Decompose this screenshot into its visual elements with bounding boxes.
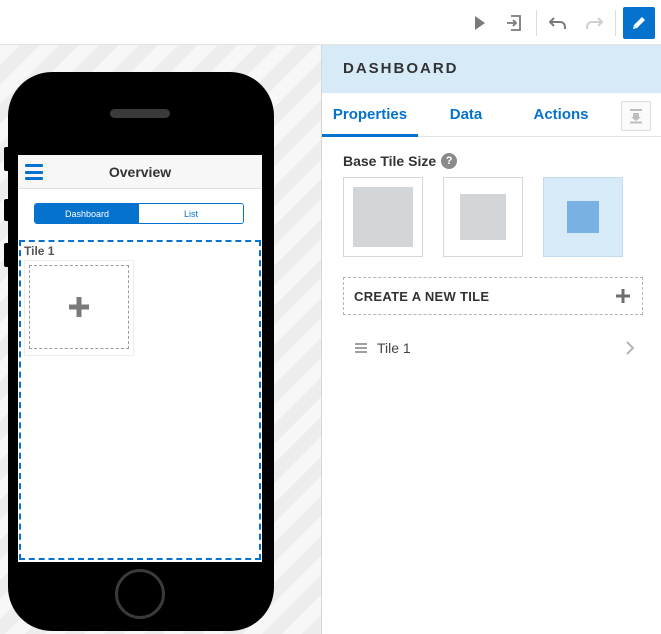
panel-header: DASHBOARD [322, 45, 661, 93]
hamburger-menu-icon[interactable] [25, 164, 43, 180]
phone-home-button [115, 569, 165, 619]
phone-frame: Overview Dashboard List Tile 1 [4, 72, 274, 631]
plus-icon [616, 289, 630, 303]
move-to-bottom-icon [630, 109, 642, 124]
tab-properties[interactable]: Properties [322, 93, 418, 137]
panel-tabs: Properties Data Actions [322, 93, 661, 137]
tab-actions[interactable]: Actions [522, 93, 600, 137]
tile-label: Tile 1 [24, 244, 55, 258]
panel-tool-button[interactable] [621, 101, 651, 131]
exit-preview-icon[interactable] [501, 10, 527, 36]
undo-icon[interactable] [545, 10, 571, 36]
tile-list-item-label: Tile 1 [377, 340, 411, 356]
panel-title: DASHBOARD [343, 60, 459, 77]
top-toolbar [0, 0, 661, 45]
tile-size-large-preview [353, 187, 413, 247]
drag-handle-icon[interactable] [355, 343, 367, 353]
segmented-control: Dashboard List [34, 203, 244, 224]
toolbar-separator [536, 10, 537, 36]
design-canvas: Overview Dashboard List Tile 1 [0, 45, 321, 634]
plus-icon [69, 297, 89, 317]
create-new-tile-button[interactable]: CREATE A NEW TILE [343, 277, 643, 315]
phone-side-button [4, 199, 10, 221]
tile-size-medium-preview [460, 194, 506, 240]
redo-icon[interactable] [581, 10, 607, 36]
tile-size-small[interactable] [543, 177, 623, 257]
base-tile-size-text: Base Tile Size [343, 153, 437, 169]
help-icon[interactable]: ? [441, 153, 458, 169]
properties-panel: DASHBOARD Properties Data Actions Base T… [321, 45, 661, 634]
edit-button[interactable] [623, 7, 655, 39]
tab-data[interactable]: Data [438, 93, 494, 137]
dashboard-drop-area[interactable]: Tile 1 [19, 240, 261, 560]
create-new-tile-label: CREATE A NEW TILE [354, 288, 490, 304]
toolbar-separator [615, 10, 616, 36]
pencil-icon [633, 17, 645, 29]
phone-screen: Overview Dashboard List Tile 1 [18, 155, 262, 562]
app-title: Overview [108, 164, 172, 180]
phone-side-button [4, 243, 10, 267]
tile-size-large[interactable] [343, 177, 423, 257]
chevron-right-icon [626, 341, 635, 355]
app-header: Overview [18, 155, 262, 189]
play-icon[interactable] [467, 10, 493, 36]
add-tile-placeholder[interactable] [29, 265, 129, 349]
phone-speaker [110, 109, 170, 118]
base-tile-size-label: Base Tile Size ? [343, 153, 458, 169]
tile-size-small-preview [567, 201, 599, 233]
phone-side-button [4, 147, 10, 171]
tile-list-item[interactable]: Tile 1 [343, 332, 643, 364]
tile-size-medium[interactable] [443, 177, 523, 257]
segment-list[interactable]: List [139, 204, 243, 223]
segment-dashboard[interactable]: Dashboard [35, 204, 139, 223]
